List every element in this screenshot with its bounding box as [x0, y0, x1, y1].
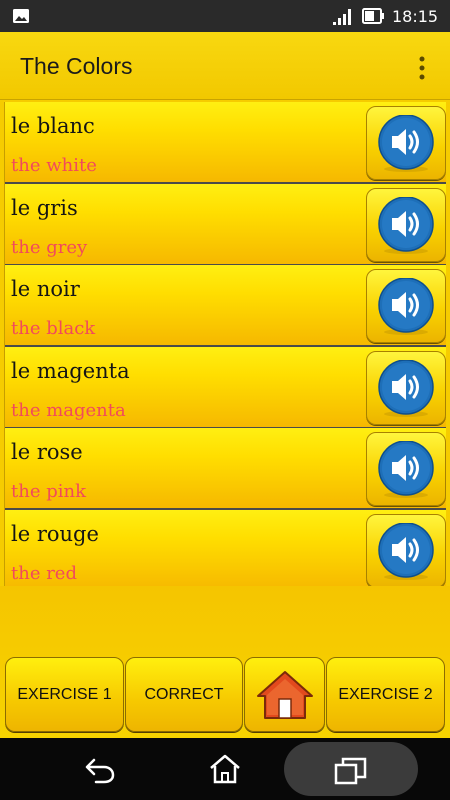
word-list-item[interactable]: le rose the pink — [5, 428, 446, 510]
speaker-icon — [378, 115, 434, 172]
english-translation: the magenta — [11, 399, 126, 421]
exercise-2-button[interactable]: EXERCISE 2 — [326, 657, 445, 732]
status-bar: 18:15 — [0, 0, 450, 32]
french-word: le gris — [11, 195, 78, 220]
english-translation: the red — [11, 562, 77, 584]
word-list-item[interactable]: le rouge the red — [5, 509, 446, 586]
play-audio-button[interactable] — [366, 187, 446, 262]
gallery-icon — [13, 9, 29, 23]
french-word: le rose — [11, 440, 83, 464]
bottom-bar: EXERCISE 1 CORRECT EXERCISE 2 — [0, 586, 450, 738]
speaker-icon — [378, 441, 434, 498]
speaker-icon — [378, 522, 434, 580]
exercise-1-button[interactable]: EXERCISE 1 — [5, 657, 124, 732]
home-button[interactable] — [244, 657, 325, 732]
speaker-icon — [378, 359, 434, 417]
french-word: le noir — [11, 277, 80, 301]
french-word: le magenta — [11, 358, 130, 383]
play-audio-button[interactable] — [366, 106, 446, 180]
word-list[interactable]: le blanc the white le gris the grey le noir t… — [4, 102, 446, 586]
english-translation: the grey — [11, 236, 88, 258]
correct-button[interactable]: CORRECT — [125, 657, 243, 732]
signal-icon — [333, 9, 351, 25]
app-bar: The Colors — [0, 32, 450, 100]
exercise-1-label: EXERCISE 1 — [17, 685, 112, 703]
navigation-bar — [0, 738, 450, 800]
speaker-icon — [378, 196, 434, 254]
home-icon — [256, 670, 313, 719]
recents-icon[interactable] — [334, 756, 368, 786]
french-word: le rouge — [11, 521, 99, 546]
word-list-item[interactable]: le gris the grey — [5, 183, 446, 266]
english-translation: the white — [11, 155, 97, 176]
english-translation: the pink — [11, 481, 86, 502]
back-icon[interactable] — [84, 756, 116, 784]
play-audio-button[interactable] — [366, 350, 446, 425]
home-nav-icon[interactable] — [208, 753, 242, 785]
word-list-item[interactable]: le blanc the white — [5, 102, 446, 184]
word-list-item[interactable]: le noir the black — [5, 265, 446, 347]
english-translation: the black — [11, 318, 96, 339]
exercise-2-label: EXERCISE 2 — [338, 685, 433, 703]
status-time: 18:15 — [392, 7, 439, 26]
play-audio-button[interactable] — [366, 269, 446, 343]
word-list-item[interactable]: le magenta the magenta — [5, 346, 446, 429]
play-audio-button[interactable] — [366, 513, 446, 586]
correct-label: CORRECT — [144, 685, 224, 703]
french-word: le blanc — [11, 114, 95, 138]
battery-icon — [362, 8, 384, 24]
play-audio-button[interactable] — [366, 432, 446, 506]
overflow-menu-icon[interactable] — [410, 54, 434, 82]
speaker-icon — [378, 278, 434, 335]
page-title: The Colors — [20, 53, 133, 79]
